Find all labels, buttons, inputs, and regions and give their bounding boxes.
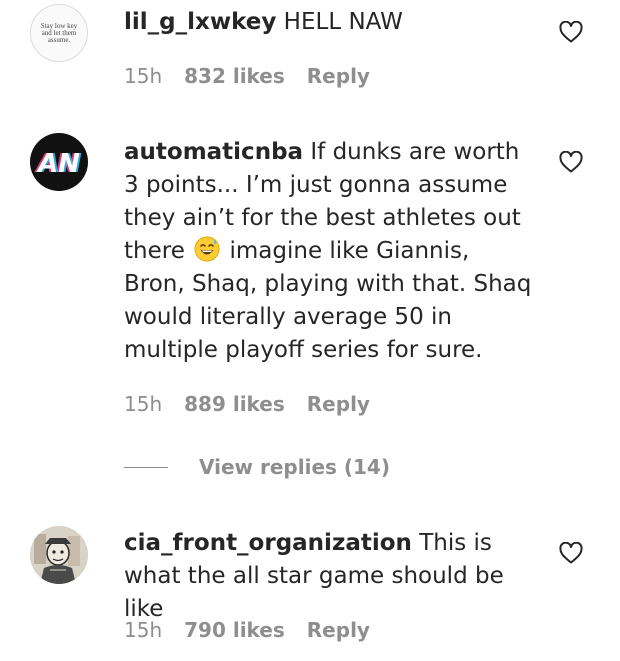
comment-timestamp: 15h: [124, 64, 163, 88]
heart-outline-icon[interactable]: [559, 151, 583, 173]
comment-text-block: lil_g_lxwkey HELL NAW: [124, 6, 544, 39]
comment-body: HELL NAW: [283, 9, 403, 35]
avatar[interactable]: AN AN AN: [30, 133, 88, 191]
comment-username[interactable]: cia_front_organization: [124, 530, 412, 556]
replies-divider: [124, 466, 168, 468]
avatar-logo-icon: AN AN AN: [34, 149, 82, 179]
avatar-text: AN: [36, 149, 80, 179]
comment-meta: 15h 832 likes Reply: [124, 64, 370, 88]
avatar-sketch-image: [30, 526, 88, 584]
heart-outline-icon[interactable]: [559, 21, 583, 43]
reply-button[interactable]: Reply: [307, 64, 370, 88]
comment-timestamp: 15h: [124, 392, 163, 416]
comment-username[interactable]: lil_g_lxwkey: [124, 9, 276, 35]
comment-meta: 15h 889 likes Reply: [124, 392, 370, 416]
comment-likes[interactable]: 790 likes: [184, 618, 285, 642]
heart-outline-icon[interactable]: [559, 542, 583, 564]
avatar-text: Stay low key and let them assume.: [40, 21, 78, 44]
comment-likes[interactable]: 889 likes: [184, 392, 285, 416]
comment-meta: 15h 790 likes Reply: [124, 618, 370, 642]
comment-timestamp: 15h: [124, 618, 163, 642]
reply-button[interactable]: Reply: [307, 618, 370, 642]
comment-username[interactable]: automaticnba: [124, 139, 303, 165]
comment-text-block: automaticnba If dunks are worth 3 points…: [124, 136, 532, 367]
comment-body-part-2: imagine like Giannis, Bron, Shaq, playin…: [124, 238, 532, 363]
view-replies-label: View replies (14): [199, 455, 390, 479]
view-replies-button[interactable]: View replies (14): [124, 455, 390, 479]
comment-likes[interactable]: 832 likes: [184, 64, 285, 88]
avatar[interactable]: [30, 526, 88, 584]
avatar[interactable]: Stay low key and let them assume.: [30, 4, 88, 62]
comment-text-block: cia_front_organization This is what the …: [124, 527, 534, 626]
reply-button[interactable]: Reply: [307, 392, 370, 416]
grinning-sweat-emoji-icon: [194, 236, 220, 262]
